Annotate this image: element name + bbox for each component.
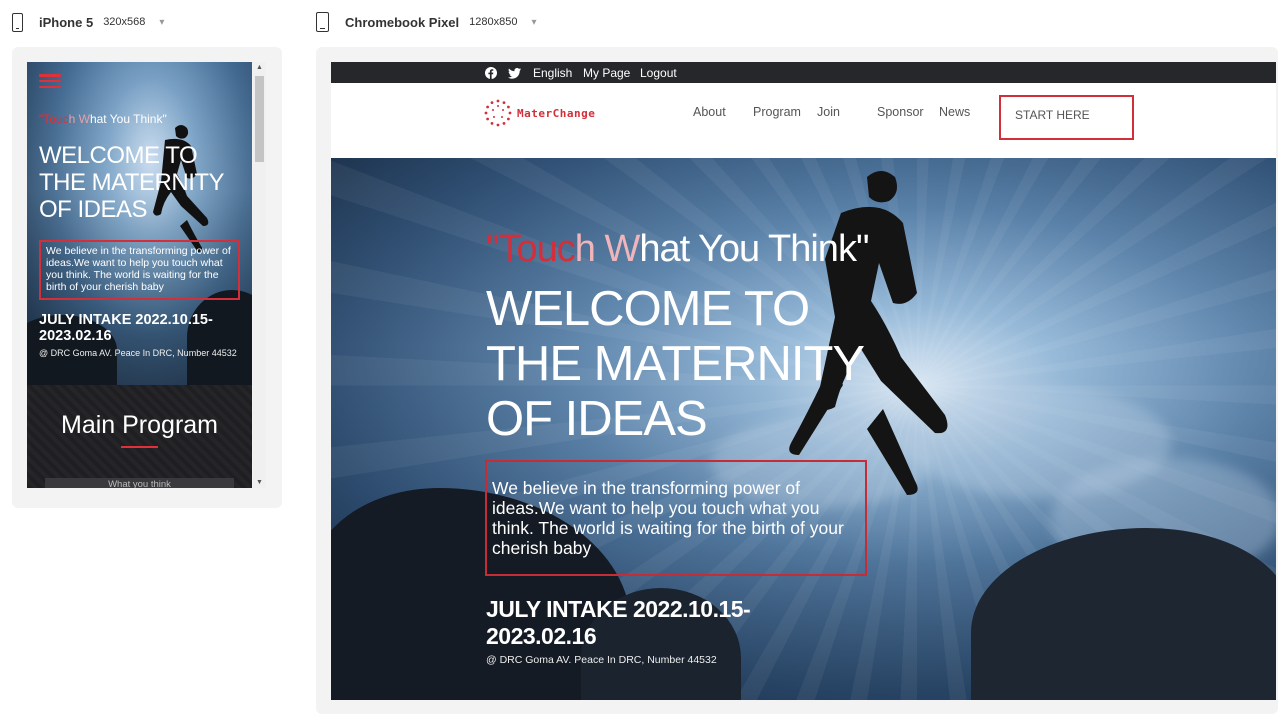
hero-quote: "Touch What You Think" xyxy=(486,228,869,270)
main-navigation: MaterChange About Program Join Sponsor N… xyxy=(331,83,1276,158)
iphone-device-selector[interactable]: iPhone 5 320x568 ▾ xyxy=(12,8,164,36)
nav-item-about[interactable]: About xyxy=(693,105,726,119)
iphone-device-name: iPhone 5 xyxy=(39,14,94,30)
site-logo[interactable]: MaterChange xyxy=(483,98,595,128)
chromebook-device-name: Chromebook Pixel xyxy=(345,14,460,30)
iphone-device-size: 320x568 xyxy=(103,16,146,28)
hero-description: We believe in the transforming power of … xyxy=(485,460,867,576)
mobile-intake-dates: JULY INTAKE 2022.10.15-2023.02.16 xyxy=(39,312,213,344)
intake-dates: JULY INTAKE 2022.10.15-2023.02.16 xyxy=(486,596,751,649)
logo-icon xyxy=(484,99,512,127)
address: @ DRC Goma AV. Peace In DRC, Number 4453… xyxy=(486,654,717,666)
hero-section: "Touch What You Think" WELCOME TO THE MA… xyxy=(331,158,1276,700)
start-here-button[interactable]: START HERE xyxy=(999,95,1134,140)
nav-item-join[interactable]: Join xyxy=(817,105,840,119)
program-card[interactable]: What you think xyxy=(45,478,234,488)
twitter-icon[interactable] xyxy=(507,66,521,80)
chromebook-device-selector[interactable]: Chromebook Pixel 1280x850 ▾ xyxy=(316,8,537,36)
chevron-down-icon[interactable]: ▾ xyxy=(531,17,536,28)
divider xyxy=(121,446,158,448)
scrollbar-thumb[interactable] xyxy=(255,76,264,162)
scroll-down-icon[interactable]: ▼ xyxy=(256,479,263,486)
nav-item-news[interactable]: News xyxy=(939,105,970,119)
topbar-link-english[interactable]: English xyxy=(533,66,572,80)
main-program-section: Main Program What you think xyxy=(27,385,252,488)
logo-text: MaterChange xyxy=(517,106,596,120)
mobile-hero: "Touch What You Think" WELCOME TO THE MA… xyxy=(27,62,252,385)
chromebook-device-size: 1280x850 xyxy=(469,16,518,28)
chromebook-viewport[interactable]: English My Page Logout MaterChange About… xyxy=(331,62,1276,700)
phone-icon xyxy=(12,12,23,32)
iphone-scrollbar[interactable]: ▲ ▼ xyxy=(253,62,266,488)
topbar-link-logout[interactable]: Logout xyxy=(640,66,677,80)
chevron-down-icon[interactable]: ▾ xyxy=(159,17,164,28)
nav-item-sponsor[interactable]: Sponsor xyxy=(877,105,924,119)
mobile-hero-title: WELCOME TO THE MATERNITY OF IDEAS xyxy=(39,142,224,223)
mobile-address: @ DRC Goma AV. Peace In DRC, Number 4453… xyxy=(39,348,237,358)
topbar-link-mypage[interactable]: My Page xyxy=(583,66,630,80)
utility-bar: English My Page Logout xyxy=(331,62,1276,83)
phone-icon xyxy=(316,12,329,32)
main-program-title: Main Program xyxy=(61,411,218,439)
hamburger-menu-icon[interactable] xyxy=(39,74,61,88)
hero-title: WELCOME TO THE MATERNITY OF IDEAS xyxy=(486,282,864,446)
iphone-viewport[interactable]: "Touch What You Think" WELCOME TO THE MA… xyxy=(27,62,252,488)
facebook-icon[interactable] xyxy=(484,66,498,80)
mobile-hero-description: We believe in the transforming power of … xyxy=(39,240,240,300)
mobile-hero-quote: "Touch What You Think" xyxy=(39,112,167,126)
scroll-up-icon[interactable]: ▲ xyxy=(256,64,263,71)
nav-item-program[interactable]: Program xyxy=(753,105,801,119)
